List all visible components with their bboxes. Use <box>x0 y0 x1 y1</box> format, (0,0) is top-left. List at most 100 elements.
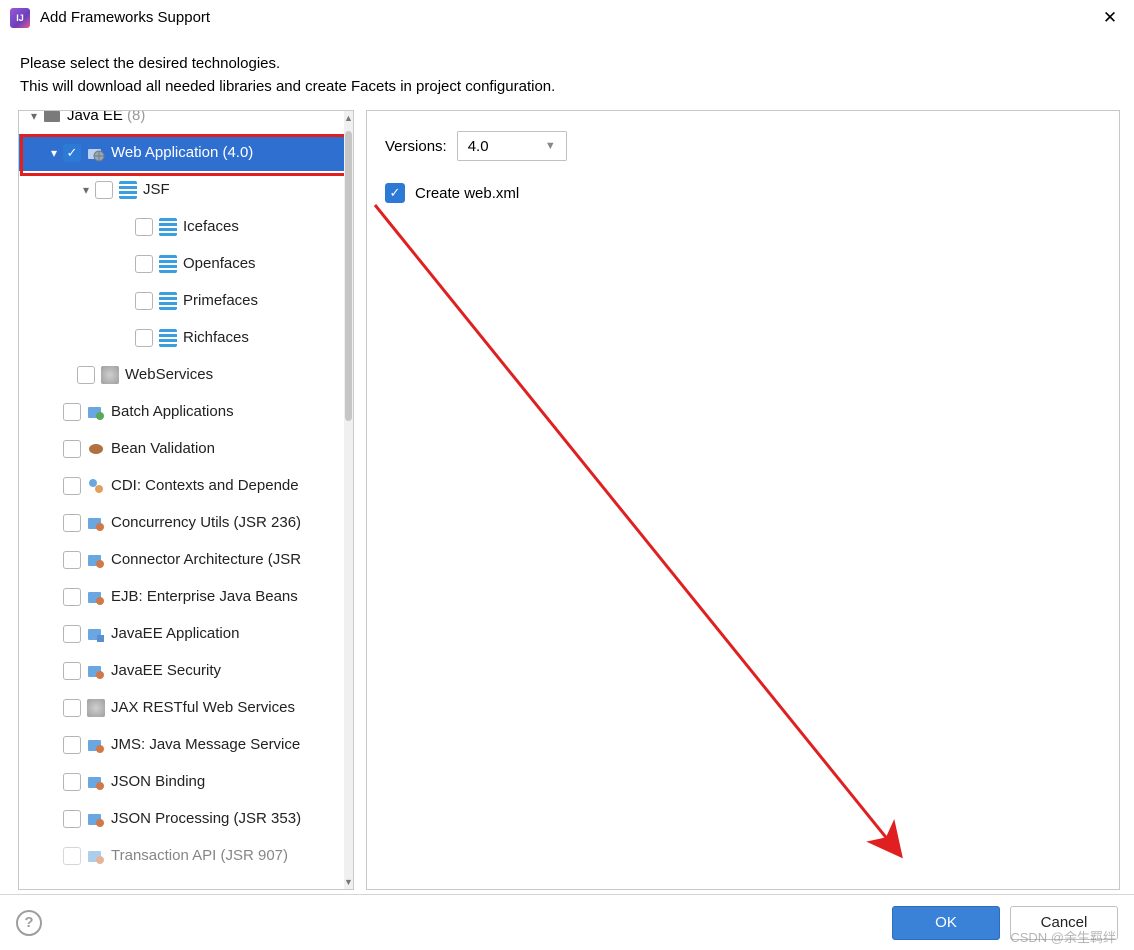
tree-label: Transaction API (JSR 907) <box>111 847 288 864</box>
tree-row-json-processing[interactable]: ▾ JSON Processing (JSR 353) <box>19 800 344 837</box>
dialog-footer: ? OK Cancel <box>0 894 1134 950</box>
versions-label: Versions: <box>385 138 447 155</box>
checkbox[interactable] <box>63 736 81 754</box>
folder-badge-icon <box>87 773 105 791</box>
checkbox[interactable] <box>135 329 153 347</box>
checkbox[interactable] <box>63 514 81 532</box>
scroll-down-arrow-icon[interactable]: ▼ <box>344 877 353 887</box>
tree-label: JavaEE Application <box>111 625 239 642</box>
tree-label: Connector Architecture (JSR <box>111 551 301 568</box>
tree-row-webservices[interactable]: WebServices <box>19 356 344 393</box>
tree-row-transaction-api[interactable]: ▾ Transaction API (JSR 907) <box>19 837 344 874</box>
checkbox[interactable] <box>63 477 81 495</box>
stack-icon <box>119 181 137 199</box>
checkbox[interactable] <box>63 847 81 865</box>
tree-label: JavaEE Security <box>111 662 221 679</box>
create-webxml-row[interactable]: ✓ Create web.xml <box>385 183 1101 203</box>
create-webxml-label: Create web.xml <box>415 185 519 202</box>
checkbox[interactable] <box>135 292 153 310</box>
tree-row-batch-applications[interactable]: ▾ Batch Applications <box>19 393 344 430</box>
checkbox[interactable] <box>135 218 153 236</box>
body-area: ▾ Java EE (8) ▾ ✓ Web Application (4.0 <box>18 110 1120 890</box>
close-icon[interactable]: ✕ <box>1096 4 1124 32</box>
checkbox[interactable] <box>63 625 81 643</box>
ok-button[interactable]: OK <box>892 906 1000 940</box>
tree-row-jms[interactable]: ▾ JMS: Java Message Service <box>19 726 344 763</box>
tree-label: Primefaces <box>183 292 258 309</box>
tree-label: Openfaces <box>183 255 256 272</box>
checkbox[interactable] <box>63 440 81 458</box>
cancel-button[interactable]: Cancel <box>1010 906 1118 940</box>
versions-dropdown[interactable]: 4.0 ▼ <box>457 131 567 161</box>
tree-label: CDI: Contexts and Depende <box>111 477 299 494</box>
folder-badge-icon <box>87 847 105 865</box>
tree-label: Web Application (4.0) <box>111 144 253 161</box>
tree-row-primefaces[interactable]: Primefaces <box>19 282 344 319</box>
tree-row-richfaces[interactable]: Richfaces <box>19 319 344 356</box>
frameworks-tree: ▾ Java EE (8) ▾ ✓ Web Application (4.0 <box>19 111 344 874</box>
globe-icon <box>87 699 105 717</box>
tree-row-ejb[interactable]: ▾ EJB: Enterprise Java Beans <box>19 578 344 615</box>
checkbox-checked[interactable]: ✓ <box>63 144 81 162</box>
tree-row-javaee-security[interactable]: ▾ JavaEE Security <box>19 652 344 689</box>
tree-label: JSON Processing (JSR 353) <box>111 810 301 827</box>
titlebar: Add Frameworks Support ✕ <box>0 0 1134 36</box>
chevron-down-icon[interactable]: ▾ <box>77 183 95 197</box>
scroll-up-arrow-icon[interactable]: ▲ <box>344 113 353 123</box>
checkbox[interactable] <box>63 551 81 569</box>
tree-label: Icefaces <box>183 218 239 235</box>
tree-row-web-application[interactable]: ▾ ✓ Web Application (4.0) <box>19 134 344 171</box>
subtitle: Please select the desired technologies. … <box>0 36 1134 111</box>
checkbox[interactable] <box>77 366 95 384</box>
tree-row-concurrency[interactable]: ▾ Concurrency Utils (JSR 236) <box>19 504 344 541</box>
window-title: Add Frameworks Support <box>40 9 210 26</box>
checkbox[interactable] <box>63 403 81 421</box>
tree-scroll[interactable]: ▾ Java EE (8) ▾ ✓ Web Application (4.0 <box>19 111 344 889</box>
checkbox[interactable] <box>63 773 81 791</box>
tree-row-cdi[interactable]: ▾ CDI: Contexts and Depende <box>19 467 344 504</box>
chevron-down-icon[interactable]: ▾ <box>45 146 63 160</box>
globe-icon <box>101 366 119 384</box>
subtitle-line-2: This will download all needed libraries … <box>20 75 1114 98</box>
checkbox[interactable] <box>135 255 153 273</box>
help-button[interactable]: ? <box>16 910 42 936</box>
tree-label: Java EE (8) <box>67 111 145 124</box>
scrollbar-thumb[interactable] <box>345 131 352 421</box>
folder-badge-icon <box>87 514 105 532</box>
tree-label: Batch Applications <box>111 403 234 420</box>
tree-label: Bean Validation <box>111 440 215 457</box>
tree-label: WebServices <box>125 366 213 383</box>
tree-row-javaee-app[interactable]: ▾ JavaEE Application <box>19 615 344 652</box>
checkbox[interactable] <box>63 810 81 828</box>
stack-icon <box>159 292 177 310</box>
component-icon <box>87 477 105 495</box>
tree-row-connector[interactable]: ▾ Connector Architecture (JSR <box>19 541 344 578</box>
chevron-down-icon[interactable]: ▾ <box>25 111 43 123</box>
checkbox[interactable] <box>63 699 81 717</box>
tree-row-java-ee[interactable]: ▾ Java EE (8) <box>19 111 344 134</box>
bean-icon <box>87 440 105 458</box>
checkbox[interactable] <box>95 181 113 199</box>
tree-label: EJB: Enterprise Java Beans <box>111 588 298 605</box>
subtitle-line-1: Please select the desired technologies. <box>20 52 1114 75</box>
frameworks-tree-pane: ▾ Java EE (8) ▾ ✓ Web Application (4.0 <box>18 110 354 890</box>
vertical-scrollbar[interactable]: ▲ ▼ <box>344 111 353 889</box>
tree-row-jsf[interactable]: ▾ JSF <box>19 171 344 208</box>
tree-row-openfaces[interactable]: Openfaces <box>19 245 344 282</box>
globe-folder-icon <box>87 144 105 162</box>
tree-row-jax-rest[interactable]: ▾ JAX RESTful Web Services <box>19 689 344 726</box>
details-pane: Versions: 4.0 ▼ ✓ Create web.xml <box>366 110 1120 890</box>
tree-row-icefaces[interactable]: Icefaces <box>19 208 344 245</box>
checkbox[interactable] <box>63 662 81 680</box>
app-icon <box>10 8 30 28</box>
versions-value: 4.0 <box>468 138 489 155</box>
folder-badge-icon <box>87 551 105 569</box>
tree-row-bean-validation[interactable]: ▾ Bean Validation <box>19 430 344 467</box>
tree-row-json-binding[interactable]: ▾ JSON Binding <box>19 763 344 800</box>
tree-label: Concurrency Utils (JSR 236) <box>111 514 301 531</box>
checkbox[interactable] <box>63 588 81 606</box>
folder-badge-icon <box>87 810 105 828</box>
checkbox-checked[interactable]: ✓ <box>385 183 405 203</box>
folder-badge-icon <box>87 736 105 754</box>
versions-row: Versions: 4.0 ▼ <box>385 131 1101 161</box>
